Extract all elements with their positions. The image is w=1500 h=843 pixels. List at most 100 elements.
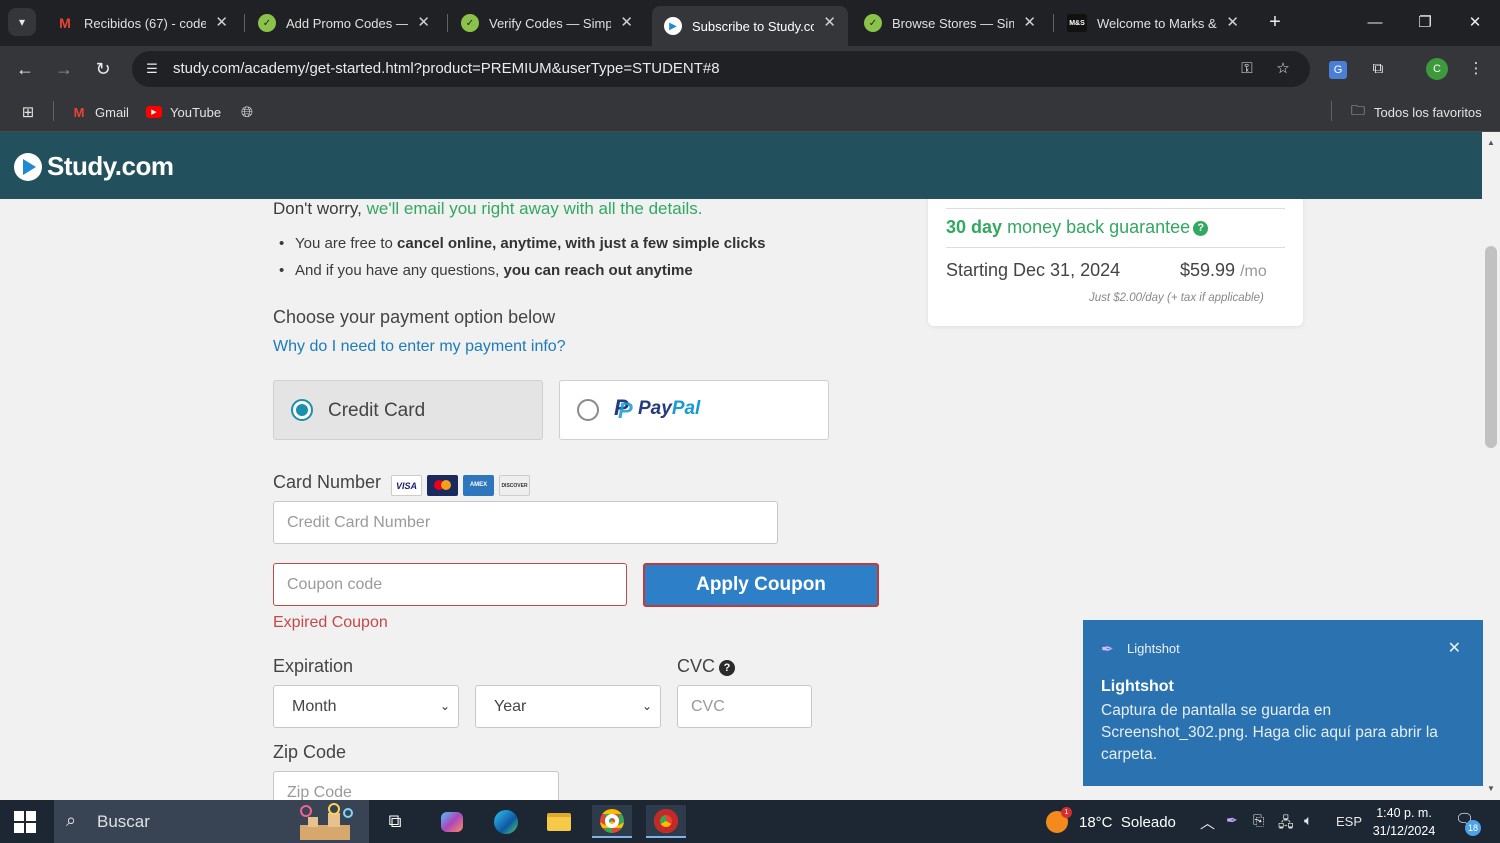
bookmark-star-icon[interactable]: ☆ bbox=[1271, 58, 1295, 80]
cvc-label: CVC? bbox=[677, 656, 736, 677]
clock-time: 1:40 p. m. bbox=[1376, 806, 1432, 820]
taskbar-search[interactable]: ⌕ Buscar bbox=[54, 800, 369, 843]
coupon-code-input[interactable]: Coupon code bbox=[273, 563, 627, 606]
scroll-thumb[interactable] bbox=[1485, 246, 1497, 448]
language-indicator[interactable]: ESP bbox=[1336, 814, 1362, 829]
expiration-month-select[interactable]: Month ⌄ bbox=[273, 685, 459, 728]
close-icon[interactable]: ✕ bbox=[1448, 638, 1461, 658]
profile-avatar[interactable]: C bbox=[1426, 58, 1448, 80]
tab-search-button[interactable]: ▾ bbox=[8, 8, 36, 36]
credit-card-option[interactable]: Credit Card bbox=[273, 380, 543, 440]
edge-icon[interactable] bbox=[486, 805, 526, 838]
discover-icon: DISCOVER bbox=[499, 475, 530, 496]
bookmark-youtube[interactable]: ▶ YouTube bbox=[146, 102, 221, 122]
search-label: Buscar bbox=[97, 812, 150, 831]
bullet-plain: You are free to bbox=[295, 235, 398, 252]
study-logo[interactable]: Study.com bbox=[14, 151, 174, 182]
sun-icon: 1 bbox=[1046, 807, 1072, 833]
extensions-icon[interactable]: ⧉ bbox=[1365, 56, 1391, 82]
minimize-button[interactable]: — bbox=[1360, 10, 1390, 36]
study-logo-icon bbox=[14, 152, 42, 181]
tab-label: Add Promo Codes — Simp bbox=[286, 15, 408, 31]
simplycodes-icon: ✓ bbox=[864, 14, 882, 32]
tab-label: Welcome to Marks & Sp bbox=[1097, 15, 1219, 31]
mastercard-icon bbox=[427, 475, 458, 496]
all-bookmarks-folder[interactable]: 🗀 Todos los favoritos bbox=[1350, 102, 1482, 122]
payment-info-link[interactable]: Why do I need to enter my payment info? bbox=[273, 338, 566, 356]
bookmark-globe[interactable]: 🌐︎ bbox=[239, 102, 263, 122]
payment-heading: Choose your payment option below bbox=[273, 307, 556, 327]
bullet-plain: And if you have any questions, bbox=[295, 262, 504, 279]
credit-card-number-input[interactable]: Credit Card Number bbox=[273, 501, 778, 544]
close-tab-icon[interactable]: ✕ bbox=[215, 13, 228, 31]
url-text[interactable]: study.com/academy/get-started.html?produ… bbox=[173, 60, 720, 77]
credit-card-radio[interactable] bbox=[291, 399, 313, 421]
lightshot-tray-icon[interactable]: ✒ bbox=[1226, 812, 1238, 829]
tab-gmail[interactable]: M Recibidos (67) - code ✕ bbox=[44, 6, 240, 40]
chevron-up-icon[interactable]: ︿ bbox=[1200, 812, 1215, 833]
tab-verify-codes[interactable]: ✓ Verify Codes — Simplyc ✕ bbox=[449, 6, 645, 40]
bullet-cancel: You are free to cancel online, anytime, … bbox=[279, 235, 765, 252]
reload-button[interactable]: ↻ bbox=[89, 56, 117, 82]
zip-code-input[interactable]: Zip Code bbox=[273, 771, 559, 800]
paypal-option[interactable]: P P Pay Pal bbox=[559, 380, 829, 440]
tab-label: Browse Stores — Simply bbox=[892, 15, 1014, 31]
bookmark-label: Gmail bbox=[95, 104, 129, 120]
notification-center-icon[interactable]: 🗨︎ 18 bbox=[1455, 810, 1481, 836]
tab-add-promo-codes[interactable]: ✓ Add Promo Codes — Simp ✕ bbox=[246, 6, 442, 40]
tab-marks-spencer[interactable]: M&S Welcome to Marks & Sp ✕ bbox=[1055, 6, 1251, 40]
weather-widget[interactable]: 1 18°C Soleado bbox=[1046, 807, 1176, 833]
close-window-button[interactable]: ✕ bbox=[1460, 10, 1490, 36]
forward-button[interactable]: → bbox=[50, 56, 78, 82]
tab-bar: ▾ M Recibidos (67) - code ✕ ✓ Add Promo … bbox=[0, 0, 1500, 46]
chrome-profile-icon[interactable] bbox=[646, 805, 686, 838]
marks-spencer-icon: M&S bbox=[1067, 14, 1087, 32]
meet-now-icon[interactable]: ⎘ bbox=[1253, 812, 1264, 829]
close-tab-icon[interactable]: ✕ bbox=[1023, 13, 1036, 31]
restore-button[interactable]: ❐ bbox=[1410, 10, 1440, 36]
clock-date: 31/12/2024 bbox=[1372, 824, 1436, 838]
page-scrollbar[interactable]: ▲ ▼ bbox=[1482, 132, 1500, 800]
password-key-icon[interactable]: ⚿ bbox=[1235, 58, 1259, 80]
volume-icon[interactable]: 🔈︎ bbox=[1304, 812, 1312, 829]
bullet-questions: And if you have any questions, you can r… bbox=[279, 262, 693, 279]
folder-icon: 🗀 bbox=[1351, 102, 1365, 118]
scroll-down-arrow-icon[interactable]: ▼ bbox=[1486, 784, 1496, 793]
network-icon[interactable]: 🖧︎ bbox=[1278, 812, 1294, 836]
site-info-icon[interactable]: ☰ bbox=[142, 59, 162, 79]
paypal-radio[interactable] bbox=[577, 399, 599, 421]
toast-body[interactable]: Captura de pantalla se guarda en Screens… bbox=[1101, 700, 1466, 766]
tab-browse-stores[interactable]: ✓ Browse Stores — Simply ✕ bbox=[852, 6, 1048, 40]
chrome-icon[interactable] bbox=[592, 805, 632, 838]
scroll-up-arrow-icon[interactable]: ▲ bbox=[1486, 138, 1496, 147]
lightshot-notification[interactable]: ✒ Lightshot ✕ Lightshot Captura de panta… bbox=[1083, 620, 1483, 786]
apply-coupon-button[interactable]: Apply Coupon bbox=[643, 563, 879, 607]
new-tab-button[interactable]: + bbox=[1262, 10, 1288, 36]
windows-start-icon[interactable] bbox=[14, 811, 36, 833]
close-tab-icon[interactable]: ✕ bbox=[823, 13, 836, 31]
copilot-icon[interactable] bbox=[432, 805, 472, 838]
help-circle-icon[interactable]: ? bbox=[1193, 221, 1209, 236]
back-button[interactable]: ← bbox=[11, 56, 39, 82]
tab-study-subscribe[interactable]: ▶ Subscribe to Study.com ✕ bbox=[652, 6, 848, 46]
bookmark-gmail[interactable]: M Gmail bbox=[71, 102, 129, 122]
task-view-icon[interactable]: ⧉ bbox=[375, 805, 415, 838]
close-tab-icon[interactable]: ✕ bbox=[620, 13, 633, 31]
translate-icon[interactable]: G bbox=[1325, 56, 1351, 82]
paypal-logo: P P Pay Pal bbox=[614, 395, 700, 423]
site-header: Study.com bbox=[0, 132, 1482, 199]
toast-app-name: Lightshot bbox=[1127, 641, 1180, 656]
file-explorer-icon[interactable] bbox=[539, 805, 579, 838]
clock[interactable]: 1:40 p. m. 31/12/2024 bbox=[1366, 804, 1442, 840]
cvc-input[interactable]: CVC bbox=[677, 685, 812, 728]
visa-icon: VISA bbox=[391, 475, 422, 496]
close-tab-icon[interactable]: ✕ bbox=[1226, 13, 1239, 31]
address-bar[interactable]: ☰ study.com/academy/get-started.html?pro… bbox=[132, 51, 1310, 87]
money-back-guarantee: 30 day money back guarantee? bbox=[946, 217, 1209, 238]
apps-grid-icon[interactable]: ⊞ bbox=[20, 102, 44, 122]
year-value: Year bbox=[494, 698, 527, 715]
close-tab-icon[interactable]: ✕ bbox=[417, 13, 430, 31]
menu-kebab-icon[interactable]: ⋮ bbox=[1463, 56, 1489, 82]
expiration-year-select[interactable]: Year ⌄ bbox=[475, 685, 661, 728]
cvc-help-icon[interactable]: ? bbox=[719, 660, 736, 676]
